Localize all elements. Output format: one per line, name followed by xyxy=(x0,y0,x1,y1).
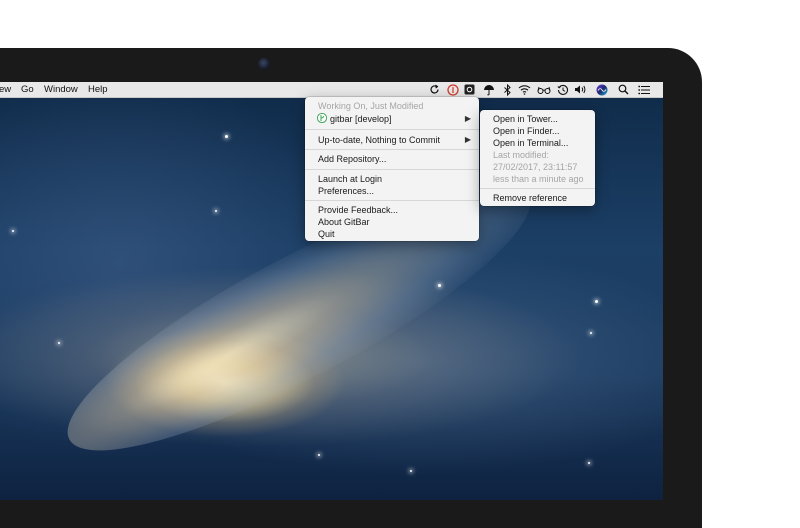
star xyxy=(595,300,598,303)
menu-header-working-on: Working On, Just Modified xyxy=(318,101,424,111)
last-modified-date: 27/02/2017, 23:11:57 xyxy=(493,162,578,172)
star xyxy=(12,230,14,232)
uptodate-label: Up-to-date, Nothing to Commit xyxy=(318,135,441,145)
glasses-icon[interactable] xyxy=(537,83,551,96)
menu-item-quit[interactable]: Quit xyxy=(305,228,479,240)
menu-separator xyxy=(480,188,595,189)
time-machine-icon[interactable] xyxy=(556,83,569,96)
menu-help[interactable]: Help xyxy=(88,82,108,97)
submenu-arrow-icon: ▶ xyxy=(464,114,471,123)
sync-icon[interactable] xyxy=(428,83,441,96)
wifi-icon[interactable] xyxy=(518,83,531,96)
star xyxy=(410,470,412,472)
menu-item-open-in-terminal[interactable]: Open in Terminal... xyxy=(480,137,595,149)
umbrella-icon[interactable] xyxy=(482,83,495,96)
menu-separator xyxy=(305,200,479,201)
star xyxy=(58,342,60,344)
star xyxy=(225,135,228,138)
repo-label: gitbar [develop] xyxy=(330,114,392,124)
notification-center-icon[interactable] xyxy=(637,83,650,96)
spotlight-icon[interactable] xyxy=(617,83,630,96)
repo-submenu: Open in Tower... Open in Finder... Open … xyxy=(480,110,595,206)
dark-square-icon[interactable] xyxy=(463,83,476,96)
menu-item-launch-at-login[interactable]: Launch at Login xyxy=(305,173,479,185)
bluetooth-icon[interactable] xyxy=(501,83,514,96)
star xyxy=(590,332,592,334)
menu-view[interactable]: ew xyxy=(0,82,11,97)
menu-item-provide-feedback[interactable]: Provide Feedback... xyxy=(305,204,479,216)
menu-item-open-in-finder[interactable]: Open in Finder... xyxy=(480,125,595,137)
volume-icon[interactable] xyxy=(574,83,587,96)
gitbar-menu: Working On, Just Modified gitbar [develo… xyxy=(305,97,479,241)
star xyxy=(215,210,217,212)
last-modified-label: Last modified: xyxy=(493,150,550,160)
gitbar-icon[interactable] xyxy=(446,83,459,96)
menu-item-open-in-tower[interactable]: Open in Tower... xyxy=(480,113,595,125)
menu-item-preferences[interactable]: Preferences... xyxy=(305,185,479,197)
menu-item-add-repository[interactable]: Add Repository... xyxy=(305,153,479,165)
camera-icon xyxy=(258,58,270,70)
git-branch-icon xyxy=(317,113,327,123)
siri-icon[interactable] xyxy=(595,83,608,96)
menu-bar: ew Go Window Help xyxy=(0,82,663,98)
submenu-arrow-icon: ▶ xyxy=(464,135,471,144)
menu-separator xyxy=(305,149,479,150)
menu-item-about[interactable]: About GitBar xyxy=(305,216,479,228)
star xyxy=(438,284,441,287)
menu-separator xyxy=(305,169,479,170)
star xyxy=(588,462,590,464)
menu-item-repo[interactable]: gitbar [develop] ▶ xyxy=(305,113,479,125)
menu-item-uptodate[interactable]: Up-to-date, Nothing to Commit ▶ xyxy=(305,134,479,146)
last-modified-relative: less than a minute ago xyxy=(493,174,584,184)
menu-go[interactable]: Go xyxy=(21,82,34,97)
star xyxy=(318,454,320,456)
menu-item-remove-reference[interactable]: Remove reference xyxy=(480,192,595,204)
menu-window[interactable]: Window xyxy=(44,82,78,97)
menu-separator xyxy=(305,129,479,130)
